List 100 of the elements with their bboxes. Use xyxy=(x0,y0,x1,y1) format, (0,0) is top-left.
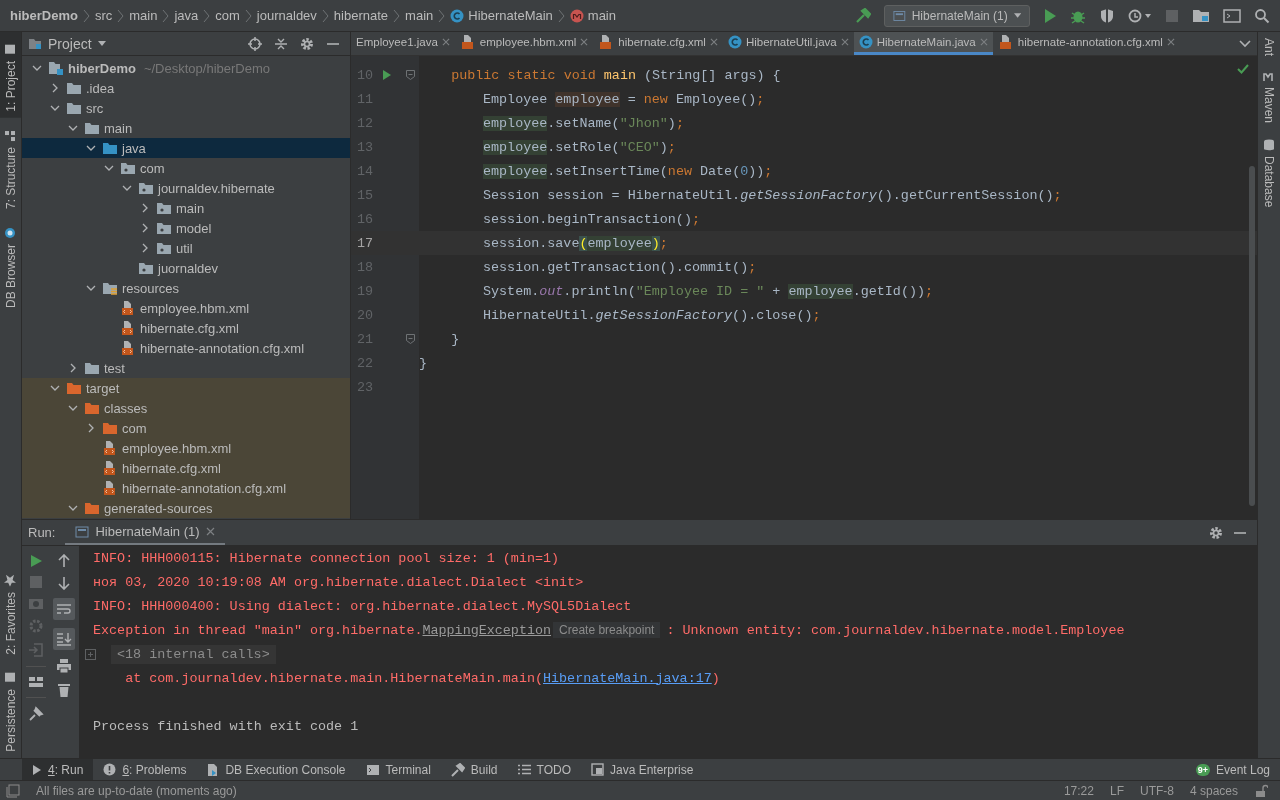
chevron-down-icon[interactable] xyxy=(86,283,96,293)
close-icon[interactable] xyxy=(1166,38,1175,46)
tree-item[interactable]: test xyxy=(22,358,350,378)
tree-item[interactable]: java xyxy=(22,138,350,158)
chevron-down-icon[interactable] xyxy=(86,143,96,153)
editor-tab[interactable]: HibernateUtil.java xyxy=(722,32,854,55)
tree-item[interactable]: com xyxy=(22,418,350,438)
tool-window-button[interactable]: Build xyxy=(440,759,508,780)
chevron-down-icon[interactable] xyxy=(32,63,42,73)
source-link[interactable]: HibernateMain.java:17 xyxy=(543,670,712,686)
editor-tab[interactable]: employee.hbm.xml xyxy=(454,32,594,55)
tree-item[interactable]: hibernate-annotation.cfg.xml xyxy=(22,338,350,358)
search-icon[interactable] xyxy=(1254,7,1270,24)
tool-window-button[interactable]: TODO xyxy=(507,759,581,780)
trash-icon[interactable] xyxy=(57,682,71,698)
tree-item[interactable]: model xyxy=(22,218,350,238)
breadcrumb[interactable]: HibernateMain xyxy=(450,8,553,23)
editor-tab[interactable]: HibernateMain.java xyxy=(853,32,993,55)
expand-icon[interactable] xyxy=(85,648,96,660)
chevron-down-icon[interactable] xyxy=(68,403,78,413)
scroll-to-end-icon[interactable] xyxy=(53,628,75,650)
chevron-down-icon[interactable] xyxy=(1239,39,1251,48)
chevron-right-icon[interactable] xyxy=(68,363,78,373)
lock-icon[interactable] xyxy=(1254,783,1268,798)
layout-icon[interactable] xyxy=(28,675,44,689)
tool-window-button[interactable]: DB Execution Console xyxy=(196,759,356,780)
chevron-down-icon[interactable] xyxy=(104,163,114,173)
editor-tab[interactable]: Employee1.java xyxy=(351,32,455,55)
tree-item[interactable]: hiberDemo ~/Desktop/hiberDemo xyxy=(22,58,350,78)
tool-window-tab[interactable]: Maven xyxy=(1258,66,1280,134)
breadcrumb[interactable]: java xyxy=(174,8,199,23)
tool-window-button[interactable]: Java Enterprise xyxy=(581,759,704,780)
folded-calls[interactable]: <18 internal calls> xyxy=(111,644,276,664)
hammer-icon[interactable] xyxy=(855,7,871,24)
arrow-up-icon[interactable] xyxy=(58,554,70,568)
chevron-right-icon[interactable] xyxy=(140,203,150,213)
status-item[interactable]: 17:22 xyxy=(1063,783,1094,798)
tool-window-tab[interactable]: Persistence xyxy=(0,660,21,758)
chevron-right-icon[interactable] xyxy=(50,83,60,93)
chevron-down-icon[interactable] xyxy=(68,503,78,513)
tree-item[interactable]: .idea xyxy=(22,78,350,98)
event-log-button[interactable]: 9+ Event Log xyxy=(1185,759,1280,780)
tool-window-tab[interactable]: 2: Favorites xyxy=(0,562,21,661)
window-icon[interactable] xyxy=(1223,7,1241,24)
tool-window-tab[interactable]: Database xyxy=(1258,133,1280,218)
pin-icon[interactable] xyxy=(28,706,44,722)
collapse-icon[interactable] xyxy=(274,36,288,51)
close-icon[interactable] xyxy=(205,527,215,536)
tool-window-tab[interactable]: 1: Project xyxy=(0,32,21,118)
close-icon[interactable] xyxy=(580,38,589,46)
editor-tab[interactable]: hibernate-annotation.cfg.xml xyxy=(992,32,1180,55)
profiler-icon[interactable] xyxy=(1128,7,1152,24)
tree-item[interactable]: hibernate-annotation.cfg.xml xyxy=(22,478,350,498)
tree-item[interactable]: util xyxy=(22,238,350,258)
breadcrumb[interactable]: main xyxy=(129,8,158,23)
settings-icon[interactable] xyxy=(1209,525,1223,540)
panel-toggle-icon[interactable] xyxy=(6,783,20,798)
tool-window-tab[interactable]: Ant xyxy=(1258,32,1280,66)
tool-window-button[interactable]: 6: Problems xyxy=(93,759,197,780)
arrow-down-icon[interactable] xyxy=(58,576,70,590)
tree-item[interactable]: com xyxy=(22,158,350,178)
rerun-icon[interactable] xyxy=(29,554,43,568)
tree-item[interactable]: classes xyxy=(22,398,350,418)
breadcrumb[interactable]: main xyxy=(405,8,434,23)
chevron-down-icon[interactable] xyxy=(68,123,78,133)
fold-icon[interactable] xyxy=(405,70,415,80)
tree-item[interactable]: generated-sources xyxy=(22,498,350,518)
editor-tab[interactable]: hibernate.cfg.xml xyxy=(593,32,723,55)
close-icon[interactable] xyxy=(840,38,849,46)
tree-item[interactable]: hibernate.cfg.xml xyxy=(22,318,350,338)
breadcrumb[interactable]: com xyxy=(215,8,240,23)
close-icon[interactable] xyxy=(441,38,450,46)
tool-window-button[interactable]: Terminal xyxy=(355,759,441,780)
chevron-down-icon[interactable] xyxy=(122,183,132,193)
print-icon[interactable] xyxy=(56,658,72,674)
tree-item[interactable]: journaldev.hibernate xyxy=(22,178,350,198)
status-item[interactable]: LF xyxy=(1109,783,1124,798)
tree-item[interactable]: target xyxy=(22,378,350,398)
tree-item[interactable]: hibernate.cfg.xml xyxy=(22,458,350,478)
tool-window-button[interactable]: 4: Run xyxy=(22,759,94,780)
soft-wrap-icon[interactable] xyxy=(53,598,75,620)
settings-icon[interactable] xyxy=(300,36,314,51)
tool-window-tab[interactable]: DB Browser xyxy=(0,214,21,314)
shield-icon[interactable] xyxy=(1099,7,1115,24)
tool-window-tab[interactable]: 7: Structure xyxy=(0,117,21,215)
chevron-right-icon[interactable] xyxy=(86,423,96,433)
close-icon[interactable] xyxy=(709,38,718,46)
locate-icon[interactable] xyxy=(248,36,262,51)
breadcrumb[interactable]: hiberDemo xyxy=(10,8,78,23)
chevron-down-icon[interactable] xyxy=(50,103,60,113)
tree-item[interactable]: employee.hbm.xml xyxy=(22,298,350,318)
fold-icon[interactable] xyxy=(405,334,415,344)
run-configuration-dropdown[interactable]: HibernateMain (1) xyxy=(884,4,1030,27)
scrollbar[interactable] xyxy=(1249,166,1255,506)
run-icon[interactable] xyxy=(1043,7,1057,24)
breadcrumb[interactable]: main xyxy=(569,8,616,23)
chevron-down-icon[interactable] xyxy=(50,383,60,393)
status-item[interactable]: UTF-8 xyxy=(1139,783,1174,798)
exception-link[interactable]: MappingException xyxy=(422,622,552,638)
breadcrumb[interactable]: hibernate xyxy=(333,8,389,23)
